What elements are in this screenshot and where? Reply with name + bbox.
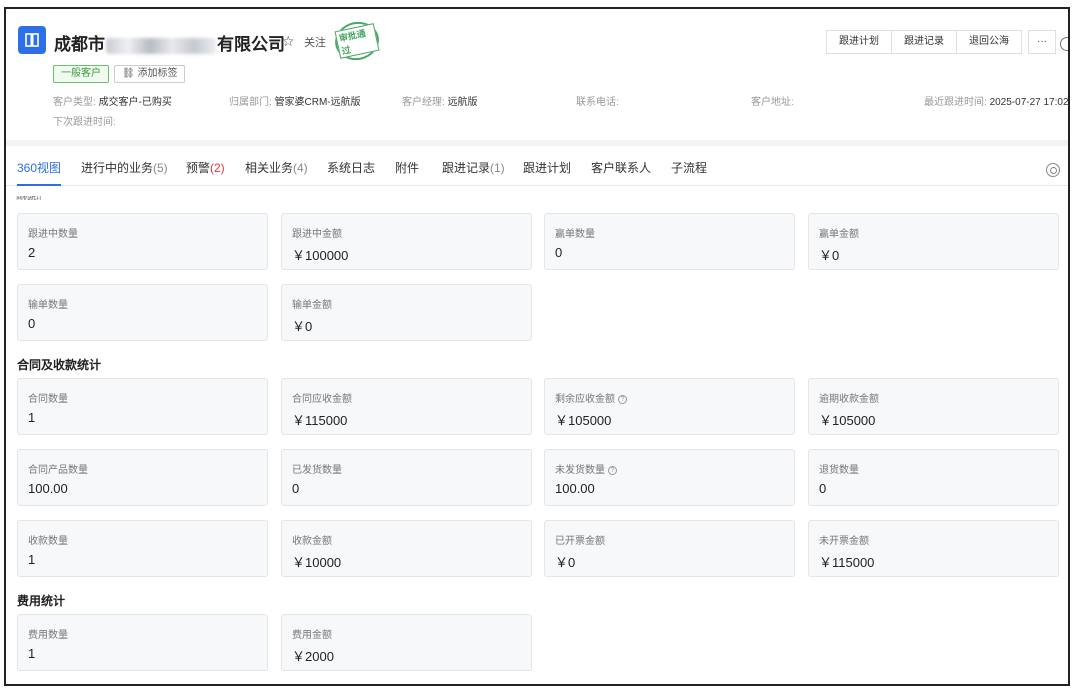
meta-customer-type: 客户类型: 成交客户-已购买	[53, 97, 172, 108]
meta-department: 归属部门: 管家婆CRM-远航版	[229, 97, 361, 108]
stat-card: 输单数量 0	[17, 284, 268, 341]
header-divider	[6, 140, 1068, 146]
stat-card: 输单金额 ￥0	[281, 284, 532, 341]
expense-section-title: 费用统计	[17, 594, 66, 608]
building-icon	[18, 26, 46, 54]
tab-system-log[interactable]: 系统日志	[327, 159, 375, 176]
stat-card: 跟进中金额 ￥100000	[281, 213, 532, 270]
stat-card: 未发货数量? 100.00	[544, 449, 795, 506]
detail-tabs: 360视图 进行中的业务(5) 预警(2) 相关业务(4) 系统日志 附件 跟进…	[6, 154, 1068, 186]
tab-warnings[interactable]: 预警(2)	[186, 159, 225, 176]
stat-card: 退货数量 0	[808, 449, 1059, 506]
star-icon[interactable]: ☆	[282, 33, 295, 50]
help-icon[interactable]: ?	[608, 465, 617, 475]
circle-icon[interactable]	[1060, 37, 1068, 51]
stat-card: 未开票金额 ￥115000	[808, 520, 1059, 577]
stat-card: 剩余应收金额? ￥105000	[544, 378, 795, 435]
stat-card: 已开票金额 ￥0	[544, 520, 795, 577]
stat-card: 跟进中数量 2	[17, 213, 268, 270]
stat-card: 已发货数量 0	[281, 449, 532, 506]
return-pool-button[interactable]: 退回公海	[956, 30, 1022, 54]
follow-record-button[interactable]: 跟进记录	[891, 30, 957, 54]
link-icon: ⛓	[122, 68, 135, 79]
meta-next-follow: 下次跟进时间:	[53, 117, 116, 128]
stat-card: 逾期收款金额 ￥105000	[808, 378, 1059, 435]
meta-last-follow: 最近跟进时间: 2025-07-27 17:02	[924, 97, 1069, 108]
stat-card: 合同应收金额 ￥115000	[281, 378, 532, 435]
stat-card: 收款数量 1	[17, 520, 268, 577]
stat-card: 费用金额 ￥2000	[281, 614, 532, 671]
tab-contacts[interactable]: 客户联系人	[591, 159, 651, 176]
tab-subprocess[interactable]: 子流程	[671, 159, 707, 176]
tab-attachments[interactable]: 附件	[395, 159, 419, 176]
more-button[interactable]: ···	[1028, 30, 1056, 54]
tab-360-view[interactable]: 360视图	[17, 159, 62, 186]
stat-card: 赢单数量 0	[544, 213, 795, 270]
stat-card: 赢单金额 ￥0	[808, 213, 1059, 270]
follow-button[interactable]: 关注	[304, 34, 326, 50]
add-tag-button[interactable]: ⛓ 添加标签	[114, 65, 186, 83]
meta-phone: 联系电话:	[576, 97, 619, 108]
meta-address: 客户地址:	[751, 97, 794, 108]
stat-card: 合同数量 1	[17, 378, 268, 435]
follow-plan-button[interactable]: 跟进计划	[826, 30, 892, 54]
company-name: 成都市 有限公司	[54, 35, 285, 54]
redacted-name	[106, 37, 216, 54]
approved-stamp: 审批通过	[331, 17, 383, 65]
settings-icon[interactable]	[1046, 163, 1060, 177]
tab-in-progress[interactable]: 进行中的业务(5)	[81, 159, 168, 176]
opportunity-section-title: 商机统计	[16, 196, 43, 201]
contract-section-title: 合同及收款统计	[17, 358, 102, 372]
customer-type-tag: 一般客户	[53, 65, 109, 83]
customer-header: 成都市 有限公司 ☆ 关注 审批通过 一般客户 ⛓ 添加标签 客户类型: 成交客户…	[6, 9, 1068, 139]
customer-detail-window: 成都市 有限公司 ☆ 关注 审批通过 一般客户 ⛓ 添加标签 客户类型: 成交客户…	[4, 7, 1070, 686]
meta-manager: 客户经理: 远航版	[402, 97, 478, 108]
stat-card: 收款金额 ￥10000	[281, 520, 532, 577]
tab-follow-records[interactable]: 跟进记录(1)	[442, 159, 505, 176]
tab-follow-plan[interactable]: 跟进计划	[523, 159, 571, 176]
tab-related[interactable]: 相关业务(4)	[245, 159, 308, 176]
stat-card: 费用数量 1	[17, 614, 268, 671]
stat-card: 合同产品数量 100.00	[17, 449, 268, 506]
help-icon[interactable]: ?	[618, 394, 627, 404]
header-actions: 跟进计划 跟进记录 退回公海 ···	[826, 30, 1056, 54]
